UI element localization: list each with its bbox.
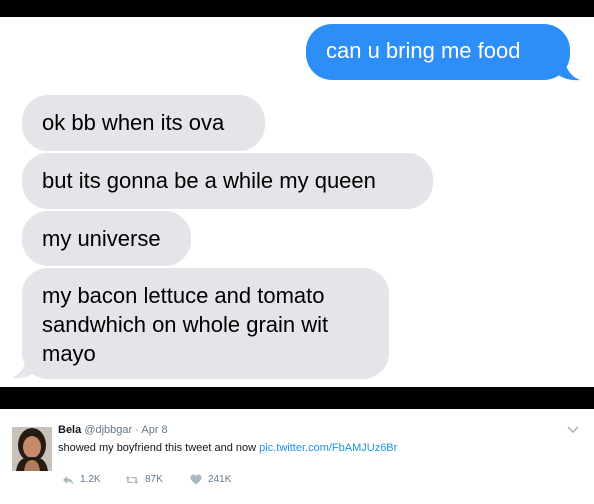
received-message-text: my universe [42,226,161,251]
received-bubble-tail [12,355,40,379]
tweet-link[interactable]: pic.twitter.com/FbAMJUz6Br [259,442,397,454]
received-message-bubble: my universe [22,211,191,266]
tweet-text: showed my boyfriend this tweet and now p… [58,442,397,454]
like-button[interactable]: 241K [190,474,231,485]
sent-bubble-tail [552,58,580,81]
received-message-bubble: my bacon lettuce and tomato sandwhich on… [22,268,389,379]
received-message-text: sandwhich on whole grain wit [42,312,329,337]
received-message-text: my bacon lettuce and tomato [42,283,325,308]
reply-icon [63,475,74,484]
tweet-date[interactable]: Apr 8 [141,424,167,436]
tweet-body: showed my boyfriend this tweet and now [58,442,257,454]
received-message-bubble: but its gonna be a while my queen [22,153,433,209]
tweet-author-name[interactable]: Bela [58,424,81,436]
sent-message-bubble: can u bring me food [306,24,570,80]
received-message-text: but its gonna be a while my queen [42,168,376,193]
received-message-text: ok bb when its ova [42,110,225,135]
retweet-icon [125,475,139,484]
chevron-down-icon[interactable] [566,425,580,435]
reply-count: 1.2K [80,474,101,485]
heart-icon [190,474,202,485]
divider-black-bar [0,387,594,409]
retweet-button[interactable]: 87K [125,474,163,485]
received-message-bubble: ok bb when its ova [22,95,265,151]
tweet-author-handle[interactable]: @djbbgar [84,424,132,436]
tweet-header: Bela @djbbgar · Apr 8 [58,424,168,436]
top-black-bar [0,0,594,17]
tweet-separator: · [135,424,139,436]
like-count: 241K [208,474,232,485]
sent-message-text: can u bring me food [326,38,521,63]
avatar[interactable] [12,427,52,471]
received-message-text: mayo [42,341,96,366]
tweet-card[interactable]: Bela @djbbgar · Apr 8 showed my boyfrien… [0,409,594,504]
retweet-count: 87K [145,474,163,485]
reply-button[interactable]: 1.2K [62,474,101,485]
